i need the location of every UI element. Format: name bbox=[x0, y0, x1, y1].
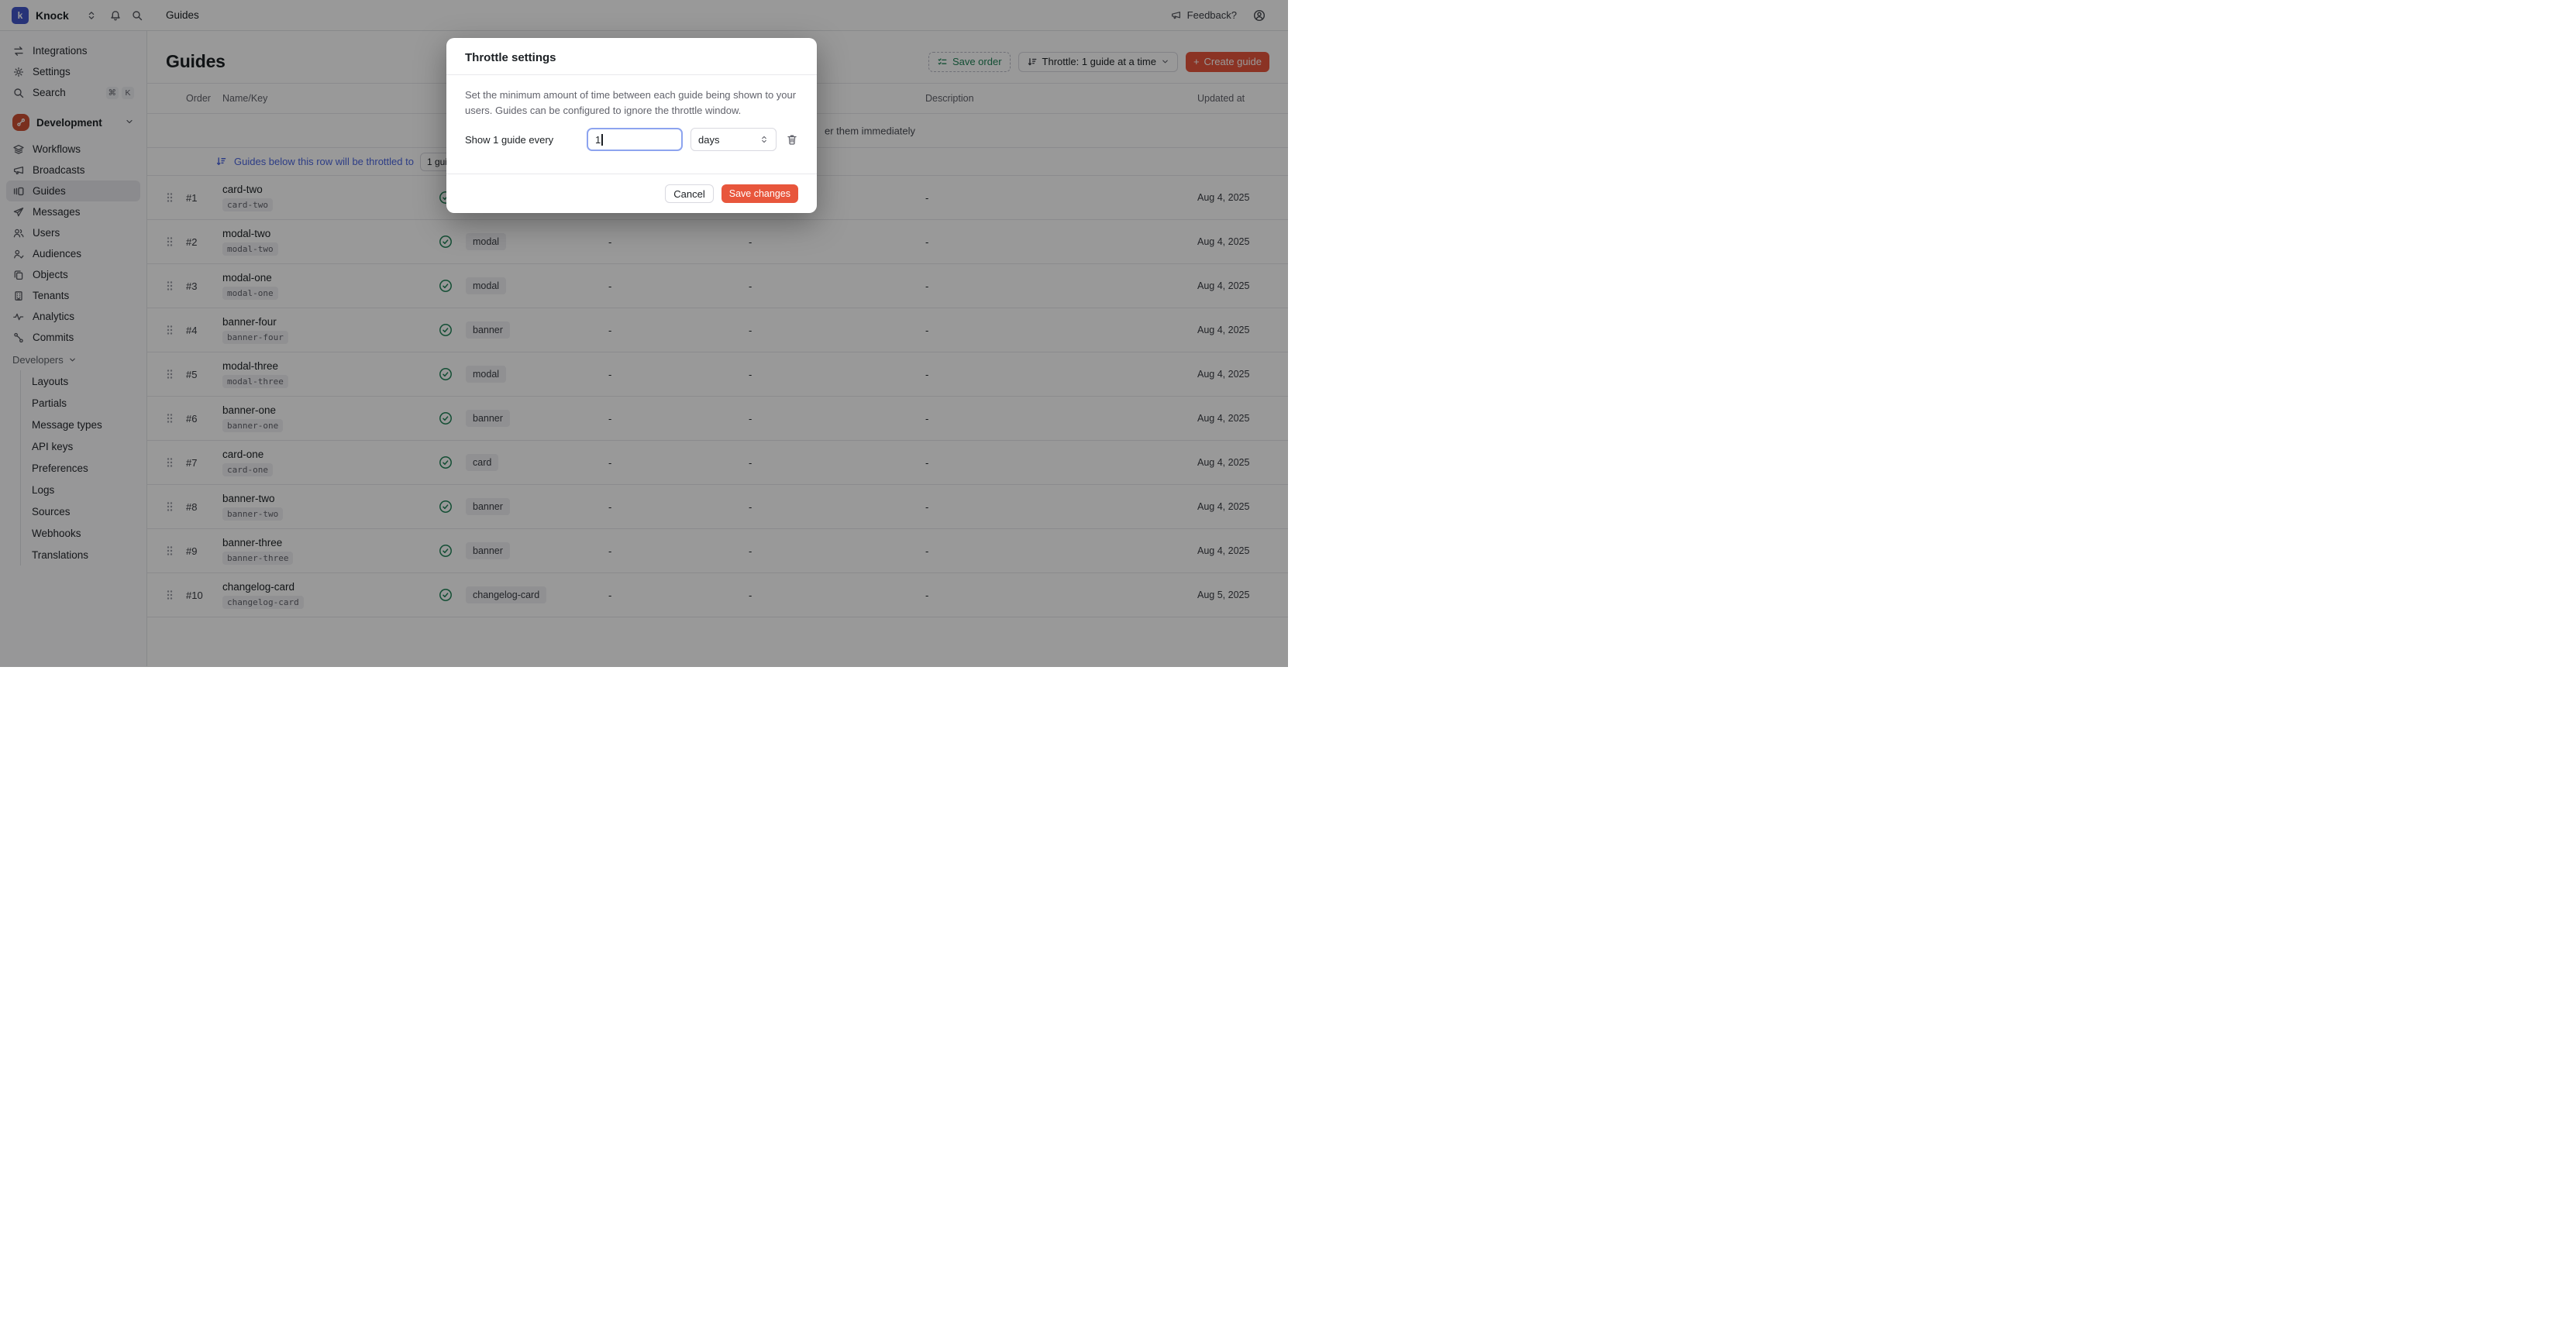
throttle-form-row: Show 1 guide every 1 days bbox=[465, 128, 798, 151]
delete-throttle-trash-icon[interactable] bbox=[786, 133, 798, 146]
throttle-settings-modal: Throttle settings Set the minimum amount… bbox=[446, 38, 817, 213]
text-caret bbox=[601, 134, 603, 146]
throttle-form-label: Show 1 guide every bbox=[465, 134, 553, 146]
throttle-amount-value: 1 bbox=[595, 134, 601, 146]
throttle-unit-select[interactable]: days bbox=[690, 128, 777, 151]
cancel-button[interactable]: Cancel bbox=[665, 184, 713, 203]
throttle-amount-input[interactable]: 1 bbox=[587, 128, 683, 151]
app-root: k Knock Guides Feedback? bbox=[0, 0, 1288, 667]
save-changes-button[interactable]: Save changes bbox=[721, 184, 798, 203]
throttle-unit-value: days bbox=[698, 134, 719, 146]
chevron-up-down-icon bbox=[759, 135, 769, 144]
modal-description: Set the minimum amount of time between e… bbox=[465, 88, 798, 118]
modal-title: Throttle settings bbox=[465, 51, 798, 64]
